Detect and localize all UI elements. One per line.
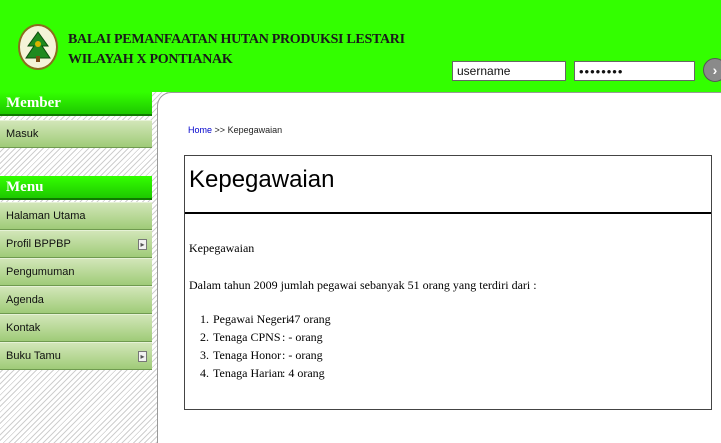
password-input[interactable]: ••••••••: [574, 61, 695, 81]
list-number: 1.: [200, 312, 209, 326]
list-number: 3.: [200, 348, 209, 362]
forest-emblem-icon: [18, 24, 58, 70]
main-content: Home >> Kepegawaian Kepegawaian Kepegawa…: [157, 92, 721, 443]
site-title-line2: WILAYAH X PONTIANAK: [68, 52, 233, 67]
site-title: BALAI PEMANFAATAN HUTAN PRODUKSI LESTARI…: [68, 30, 405, 70]
list-item: 2. Tenaga CPNS: - orang: [191, 328, 331, 346]
breadcrumb: Home >> Kepegawaian: [188, 125, 282, 135]
list-number: 4.: [200, 366, 209, 380]
list-item: 3. Tenaga Honor: - orang: [191, 346, 331, 364]
staff-type: Tenaga Harian: [213, 366, 284, 380]
intro-text: Kepegawaian: [189, 241, 255, 255]
staff-count: : - orang: [282, 348, 323, 362]
username-input[interactable]: username: [452, 61, 566, 81]
list-number: 2.: [200, 330, 209, 344]
sidebar-item-label: Buku Tamu: [6, 350, 61, 362]
title-divider: [185, 212, 711, 214]
staff-list: 1. Pegawai Negeri: 47 orang 2. Tenaga CPNS…: [191, 310, 331, 382]
staff-count: : 4 orang: [282, 366, 325, 380]
site-header: BALAI PEMANFAATAN HUTAN PRODUKSI LESTARI…: [0, 0, 721, 92]
login-button[interactable]: ›: [703, 58, 721, 82]
breadcrumb-home-link[interactable]: Home: [188, 125, 212, 135]
breadcrumb-separator: >>: [214, 125, 226, 135]
sidebar-item-buku-tamu[interactable]: Buku Tamu ▸: [0, 342, 152, 370]
sidebar-item-halaman-utama[interactable]: Halaman Utama: [0, 202, 152, 230]
sidebar-item-label: Agenda: [6, 294, 44, 306]
content-box: Kepegawaian Kepegawaian Dalam tahun 2009…: [184, 155, 712, 410]
staff-count: : - orang: [282, 330, 323, 344]
sidebar-item-label: Kontak: [6, 322, 41, 334]
page-title: Kepegawaian: [189, 166, 335, 193]
sidebar-item-agenda[interactable]: Agenda: [0, 286, 152, 314]
sidebar-item-label: Pengumuman: [6, 266, 75, 278]
sidebar-item-masuk[interactable]: Masuk: [0, 120, 152, 148]
chevron-right-icon: ▸: [138, 351, 147, 362]
sidebar-item-pengumuman[interactable]: Pengumuman: [0, 258, 152, 286]
list-item: 4. Tenaga Harian: 4 orang: [191, 364, 331, 382]
sidebar-item-label: Profil BPPBP: [6, 238, 71, 250]
breadcrumb-current: Kepegawaian: [227, 125, 283, 135]
staff-type: Tenaga CPNS: [213, 330, 281, 344]
sidebar-item-profil-bppbp[interactable]: Profil BPPBP ▸: [0, 230, 152, 258]
sidebar-heading-menu: Menu: [0, 176, 152, 200]
summary-text: Dalam tahun 2009 jumlah pegawai sebanyak…: [189, 278, 537, 292]
sidebar-heading-member: Member: [0, 92, 152, 116]
sidebar-item-kontak[interactable]: Kontak: [0, 314, 152, 342]
arrow-right-circle-icon: ›: [712, 62, 718, 78]
staff-count: : 47 orang: [282, 312, 331, 326]
sidebar-item-label: Halaman Utama: [6, 210, 86, 222]
sidebar-item-label: Masuk: [6, 128, 39, 140]
staff-type: Pegawai Negeri: [213, 312, 290, 326]
list-item: 1. Pegawai Negeri: 47 orang: [191, 310, 331, 328]
staff-type: Tenaga Honor: [213, 348, 282, 362]
site-title-line1: BALAI PEMANFAATAN HUTAN PRODUKSI LESTARI: [68, 32, 405, 47]
chevron-right-icon: ▸: [138, 239, 147, 250]
